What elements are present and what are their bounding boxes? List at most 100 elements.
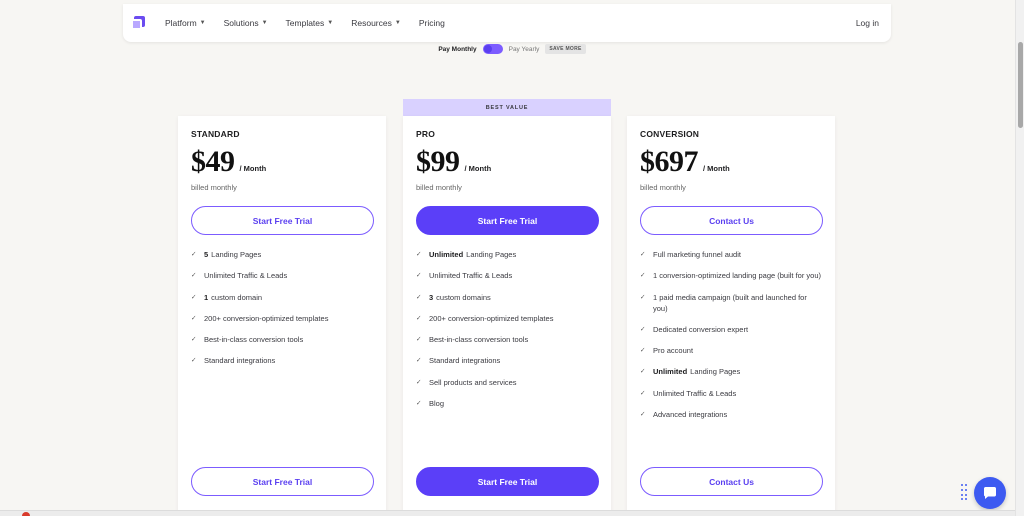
feature-highlight: 3 <box>429 292 434 302</box>
feature-item: ✓ 200+ conversion-optimized templates <box>191 313 373 324</box>
check-icon: ✓ <box>640 293 646 301</box>
feature-list: ✓ Full marketing funnel audit ✓ 1 conversio… <box>640 249 822 420</box>
feature-label: 200+ conversion-optimized templates <box>204 313 329 323</box>
chevron-down-icon: ▼ <box>199 20 206 26</box>
check-icon: ✓ <box>191 357 197 365</box>
feature-highlight: Unlimited <box>653 367 688 377</box>
nav-resources[interactable]: Resources ▼ <box>351 18 401 28</box>
feature-item: ✓ 3 custom domains <box>416 292 598 303</box>
feature-label: Dedicated conversion expert <box>653 324 749 334</box>
pay-yearly-label[interactable]: Pay Yearly <box>509 46 540 53</box>
nav-platform[interactable]: Platform ▼ <box>165 18 206 28</box>
feature-label: Pro account <box>653 346 694 356</box>
billing-toggle-row: Pay Monthly Pay Yearly SAVE MORE <box>0 42 1024 56</box>
price-period: / Month <box>703 164 730 173</box>
status-dot-icon <box>22 512 30 516</box>
feature-label: Sell products and services <box>429 377 517 387</box>
price-row: $49 / Month <box>191 147 373 177</box>
feature-text: 1 paid media campaign (built and launche… <box>653 292 822 314</box>
nav-solutions[interactable]: Solutions ▼ <box>224 18 268 28</box>
chat-button[interactable] <box>974 477 1006 509</box>
nav-templates[interactable]: Templates ▼ <box>286 18 334 28</box>
brand-logo-icon[interactable] <box>131 16 145 30</box>
feature-list: ✓ Unlimited Landing Pages ✓ Unlimited Traffi… <box>416 249 598 409</box>
check-icon: ✓ <box>416 272 422 280</box>
save-more-badge: SAVE MORE <box>545 44 586 54</box>
plan-card-pro: PRO $99 / Month billed monthly Start Fre… <box>403 116 611 516</box>
feature-text: 1 custom domain <box>204 292 373 303</box>
billing-toggle-switch[interactable] <box>482 44 503 54</box>
drag-handle-icon[interactable] <box>961 484 967 502</box>
feature-label: Unlimited Traffic & Leads <box>204 271 288 281</box>
chevron-down-icon: ▼ <box>261 20 268 26</box>
feature-item: ✓ Unlimited Traffic & Leads <box>416 270 598 281</box>
check-icon: ✓ <box>191 293 197 301</box>
feature-highlight: Unlimited <box>429 250 464 259</box>
feature-item: ✓ Pro account <box>640 345 822 356</box>
plan-card-standard: STANDARD $49 / Month billed monthly Star… <box>178 116 386 516</box>
check-icon: ✓ <box>191 314 197 322</box>
check-icon: ✓ <box>416 378 422 386</box>
feature-item: ✓ Sell products and services <box>416 377 598 388</box>
feature-label: 1 paid media campaign (built and launche… <box>653 292 807 313</box>
check-icon: ✓ <box>640 251 646 258</box>
contact-us-button[interactable]: Contact Us <box>640 206 823 235</box>
check-icon: ✓ <box>416 251 422 258</box>
feature-text: Blog <box>429 398 598 409</box>
price-period: / Month <box>464 164 492 173</box>
page-scrollbar[interactable] <box>1015 0 1024 516</box>
scrollbar-thumb[interactable] <box>1018 42 1023 128</box>
chevron-down-icon: ▼ <box>394 20 401 26</box>
feature-text: Sell products and services <box>429 377 598 388</box>
chevron-down-icon: ▼ <box>327 20 334 26</box>
check-icon: ✓ <box>191 336 197 344</box>
feature-text: Unlimited Traffic & Leads <box>653 388 822 399</box>
feature-text: 200+ conversion-optimized templates <box>429 313 598 324</box>
feature-label: custom domain <box>211 292 263 302</box>
feature-item: ✓ 1 conversion-optimized landing page (bu… <box>640 270 822 281</box>
feature-label: Advanced integrations <box>653 410 728 420</box>
start-free-trial-button-bottom[interactable]: Start Free Trial <box>416 467 599 496</box>
feature-text: 5 Landing Pages <box>204 249 373 260</box>
toggle-knob <box>483 45 492 53</box>
start-free-trial-button[interactable]: Start Free Trial <box>416 206 599 235</box>
check-icon: ✓ <box>640 347 646 355</box>
plan-card-conversion: CONVERSION $697 / Month billed monthly C… <box>627 116 835 516</box>
feature-text: Best-in-class conversion tools <box>429 334 598 345</box>
nav-pricing[interactable]: Pricing <box>419 18 445 28</box>
feature-text: 1 conversion-optimized landing page (bui… <box>653 270 822 281</box>
login-link[interactable]: Log in <box>856 18 879 28</box>
feature-text: Dedicated conversion expert <box>653 324 822 335</box>
check-icon: ✓ <box>416 336 422 344</box>
start-free-trial-button[interactable]: Start Free Trial <box>191 206 374 235</box>
feature-text: Pro account <box>653 345 822 356</box>
check-icon: ✓ <box>640 389 646 397</box>
plan-price: $99 <box>416 145 460 178</box>
chat-bubble-icon <box>984 487 996 499</box>
billing-note: billed monthly <box>640 183 686 192</box>
check-icon: ✓ <box>191 272 197 280</box>
feature-item: ✓ Blog <box>416 398 598 409</box>
feature-item: ✓ 1 paid media campaign (built and launch… <box>640 292 822 314</box>
check-icon: ✓ <box>640 411 646 419</box>
contact-us-button-bottom[interactable]: Contact Us <box>640 467 823 496</box>
pay-monthly-label[interactable]: Pay Monthly <box>438 46 476 53</box>
billing-note: billed monthly <box>191 183 237 192</box>
feature-label: Best-in-class conversion tools <box>429 335 529 345</box>
feature-item: ✓ 1 custom domain <box>191 292 373 303</box>
check-icon: ✓ <box>416 314 422 322</box>
feature-item: ✓ Unlimited Landing Pages <box>640 366 822 377</box>
feature-item: ✓ Unlimited Traffic & Leads <box>191 270 373 281</box>
start-free-trial-button-bottom[interactable]: Start Free Trial <box>191 467 374 496</box>
check-icon: ✓ <box>640 368 646 376</box>
price-period: / Month <box>239 164 267 173</box>
plan-name: PRO <box>416 129 436 139</box>
feature-list: ✓ 5 Landing Pages ✓ Unlimited Traffic & Lead… <box>191 249 373 366</box>
feature-text: Standard integrations <box>204 355 373 366</box>
feature-label: Full marketing funnel audit <box>653 250 741 259</box>
feature-text: Full marketing funnel audit <box>653 249 822 260</box>
feature-highlight: 1 <box>204 292 209 302</box>
check-icon: ✓ <box>640 272 646 280</box>
feature-text: 200+ conversion-optimized templates <box>204 313 373 324</box>
check-icon: ✓ <box>416 293 422 301</box>
